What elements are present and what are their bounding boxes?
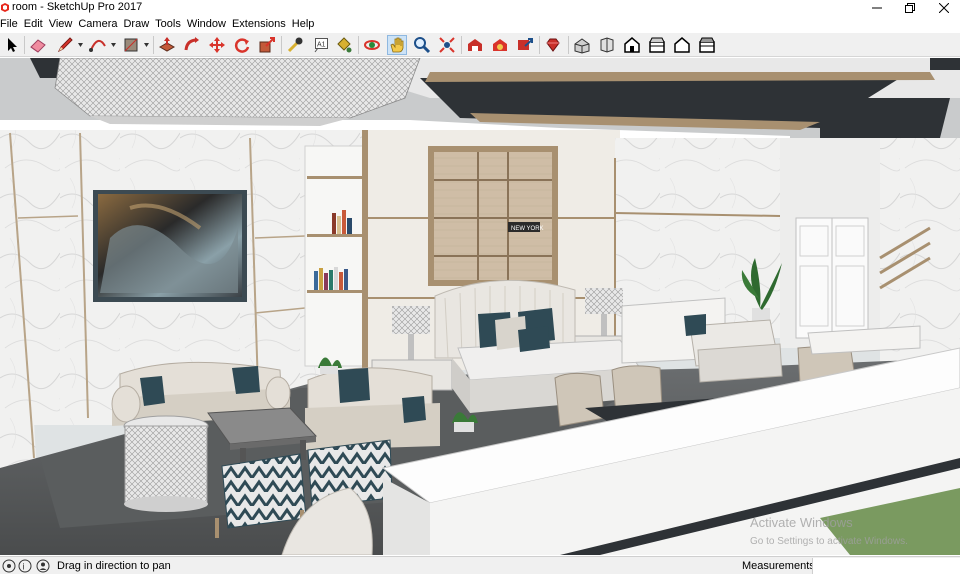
orbit-icon [364, 40, 380, 50]
pencil-icon [57, 37, 73, 53]
credits-icon[interactable]: i [18, 559, 32, 573]
rectangle-tool-button[interactable] [121, 35, 141, 55]
right-view-button[interactable] [647, 35, 667, 55]
zoom-tool-button[interactable] [412, 35, 432, 55]
orbit-tool-button[interactable] [362, 35, 382, 55]
menu-camera[interactable]: Camera [75, 16, 120, 33]
follow-me-tool-button[interactable] [182, 35, 202, 55]
warehouse-button[interactable] [465, 35, 485, 55]
iso-view-button[interactable] [572, 35, 592, 55]
menu-extensions[interactable]: Extensions [229, 16, 289, 33]
sketchup-logo-icon [1, 3, 9, 12]
window-title: room - SketchUp Pro 2017 [12, 1, 143, 13]
menu-bar: File Edit View Camera Draw Tools Window … [0, 16, 960, 33]
restore-button[interactable] [893, 0, 927, 16]
push-pull-tool-button[interactable] [157, 35, 177, 55]
rotate-icon [234, 38, 250, 53]
follow-me-icon [184, 37, 199, 51]
select-tool-button[interactable] [2, 35, 22, 55]
zoom-extents-tool-button[interactable] [437, 35, 457, 55]
warehouse-icon [468, 39, 482, 51]
svg-text:i: i [23, 562, 25, 572]
back-view-icon [674, 37, 690, 53]
tape-measure-icon [287, 37, 303, 53]
hand-pan-icon [390, 37, 404, 53]
user-account-icon[interactable] [36, 559, 50, 573]
title-bar: room - SketchUp Pro 2017 [0, 0, 960, 16]
svg-text:A1: A1 [317, 42, 326, 49]
line-tool-button[interactable] [55, 35, 75, 55]
move-tool-button[interactable] [207, 35, 227, 55]
minimize-icon [872, 7, 882, 9]
large-toolset-toolbar: A1 [0, 33, 960, 57]
status-bar: i Drag in direction to pan Measurements [0, 556, 960, 574]
front-view-icon [624, 37, 640, 53]
front-view-button[interactable] [622, 35, 642, 55]
close-button[interactable] [927, 0, 960, 16]
left-view-button[interactable] [697, 35, 717, 55]
menu-help[interactable]: Help [289, 16, 318, 33]
paint-bucket-icon [337, 37, 352, 53]
push-pull-icon [158, 37, 176, 52]
top-view-button[interactable] [597, 35, 617, 55]
measurements-label: Measurements [742, 560, 815, 572]
tv-sign-text: NEW YORK [511, 226, 544, 232]
menu-tools[interactable]: Tools [152, 16, 184, 33]
top-view-icon [600, 37, 614, 53]
menu-file[interactable]: File [0, 16, 21, 33]
iso-view-icon [574, 38, 590, 54]
menu-view[interactable]: View [46, 16, 76, 33]
arc-tool-button[interactable] [88, 35, 108, 55]
model-viewport[interactable]: NEW YORK Activate Windows Go to Settings… [0, 58, 960, 555]
extension-ruby-icon [546, 38, 560, 52]
extension-manager-button[interactable] [543, 35, 563, 55]
chevron-down-icon[interactable] [78, 43, 83, 47]
menu-draw[interactable]: Draw [120, 16, 152, 33]
minimize-button[interactable] [860, 0, 894, 16]
arrow-cursor-icon [8, 38, 17, 52]
rectangle-icon [124, 38, 138, 52]
arc-icon [89, 39, 106, 52]
share-model-button[interactable] [515, 35, 535, 55]
zoom-extents-icon [439, 37, 455, 53]
share-model-icon [518, 38, 533, 50]
left-view-icon [699, 37, 715, 53]
eraser-tool-button[interactable] [28, 35, 48, 55]
rotate-tool-button[interactable] [232, 35, 252, 55]
extension-warehouse-button[interactable] [490, 35, 510, 55]
pan-tool-button[interactable] [387, 35, 407, 55]
status-message: Drag in direction to pan [57, 560, 171, 572]
close-icon [939, 3, 949, 13]
paint-bucket-tool-button[interactable] [334, 35, 354, 55]
extension-warehouse-icon [493, 39, 507, 51]
zoom-icon [414, 37, 431, 54]
text-tool-button[interactable]: A1 [311, 35, 331, 55]
chevron-down-icon[interactable] [144, 43, 149, 47]
activation-subtitle: Go to Settings to activate Windows. [750, 536, 908, 547]
activation-title: Activate Windows [750, 515, 853, 530]
geo-location-icon[interactable] [2, 559, 16, 573]
move-arrows-icon [209, 37, 225, 53]
menu-edit[interactable]: Edit [21, 16, 46, 33]
tape-measure-tool-button[interactable] [285, 35, 305, 55]
chevron-down-icon[interactable] [111, 43, 116, 47]
restore-icon [905, 3, 915, 13]
menu-window[interactable]: Window [184, 16, 229, 33]
right-view-icon [649, 37, 665, 53]
scale-icon [259, 37, 275, 53]
eraser-icon [30, 39, 46, 53]
text-label-icon: A1 [314, 38, 328, 53]
back-view-button[interactable] [672, 35, 692, 55]
scale-tool-button[interactable] [257, 35, 277, 55]
room-render: NEW YORK Activate Windows Go to Settings… [0, 58, 960, 555]
measurements-input[interactable] [812, 558, 960, 574]
